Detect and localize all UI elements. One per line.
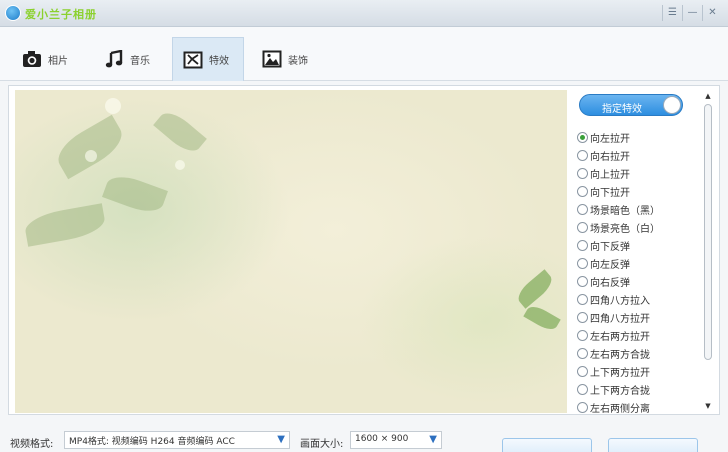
leaf-shape	[513, 269, 557, 309]
effect-option[interactable]: 向下拉开	[577, 182, 697, 200]
effect-option-label: 向上拉开	[590, 169, 630, 181]
leaf-shape	[51, 114, 129, 180]
effect-option[interactable]: 场景暗色（黑）	[577, 200, 697, 218]
size-select[interactable]: 1600 × 900 ▼	[350, 431, 442, 449]
radio-button[interactable]	[577, 347, 588, 359]
radio-button[interactable]	[577, 131, 588, 143]
radio-button[interactable]	[577, 311, 588, 323]
radio-button[interactable]	[577, 275, 588, 287]
tab-label: 相片	[48, 55, 68, 67]
tab-photos[interactable]: 相片	[12, 37, 84, 81]
music-note-icon	[105, 50, 123, 68]
radio-button[interactable]	[577, 329, 588, 341]
window-controls: ☰ — ✕	[662, 5, 722, 21]
effect-option-label: 左右两方合拢	[590, 349, 650, 361]
format-label: 视频格式:	[10, 439, 54, 450]
effect-option[interactable]: 上下两方合拢	[577, 380, 697, 398]
radio-button[interactable]	[577, 365, 588, 377]
effect-option[interactable]: 向下反弹	[577, 236, 697, 254]
effect-option-label: 向下拉开	[590, 187, 630, 199]
leaf-shape	[23, 203, 107, 247]
scroll-thumb[interactable]	[704, 104, 712, 360]
tab-label: 装饰	[288, 55, 308, 67]
options-scrollbar[interactable]: ▲ ▼	[703, 92, 713, 412]
leaf-shape	[523, 302, 561, 334]
effect-option[interactable]: 场景亮色（白）	[577, 218, 697, 236]
radio-button[interactable]	[577, 293, 588, 305]
tab-label: 特效	[209, 56, 229, 67]
toggle-label: 指定特效	[602, 104, 642, 115]
effect-option-label: 场景亮色（白）	[590, 223, 660, 235]
effect-option-label: 向下反弹	[590, 241, 630, 253]
effect-option-label: 上下两方拉开	[590, 367, 650, 379]
effects-icon	[183, 51, 203, 68]
effects-panel: 指定特效 向左拉开 向右拉开 向上拉开 向下拉开 场景暗色（黑） 场景亮色（白） 向下反弹向…	[8, 85, 720, 415]
leaf-shape	[153, 106, 207, 158]
effect-option-label: 四角八方拉开	[590, 313, 650, 325]
title-bar: 爱小兰子相册 ☰ — ✕	[0, 0, 728, 27]
camera-icon	[23, 51, 41, 67]
effect-option-label: 左右两方拉开	[590, 331, 650, 343]
effect-option-label: 向左拉开	[590, 133, 630, 145]
format-value: MP4格式: 视频编码 H264 音频编码 ACC	[69, 437, 235, 447]
radio-button[interactable]	[577, 401, 588, 413]
bokeh-spot	[85, 150, 97, 162]
effect-option[interactable]: 四角八方拉开	[577, 308, 697, 326]
radio-button[interactable]	[577, 221, 588, 233]
size-value: 1600 × 900	[355, 434, 409, 444]
effect-option[interactable]: 左右两侧分离	[577, 398, 697, 416]
app-title: 爱小兰子相册	[25, 8, 97, 21]
skin-menu-icon[interactable]: ☰	[662, 5, 682, 21]
radio-button[interactable]	[577, 149, 588, 161]
preview-image	[15, 90, 567, 413]
radio-button[interactable]	[577, 383, 588, 395]
scroll-up-arrow-icon[interactable]: ▲	[703, 92, 713, 102]
dropdown-arrow-icon: ▼	[429, 434, 437, 445]
effect-option-label: 向左反弹	[590, 259, 630, 271]
tab-label: 音乐	[130, 55, 150, 67]
picture-icon	[262, 50, 282, 68]
effect-option-label: 上下两方合拢	[590, 385, 650, 397]
action-button-2[interactable]	[608, 438, 698, 452]
effect-toggle[interactable]: 指定特效	[579, 94, 683, 116]
effect-option[interactable]: 四角八方拉入	[577, 290, 697, 308]
effect-option-label: 向右拉开	[590, 151, 630, 163]
radio-button[interactable]	[577, 167, 588, 179]
radio-button[interactable]	[577, 185, 588, 197]
effect-option-label: 四角八方拉入	[590, 295, 650, 307]
toggle-knob	[663, 96, 681, 114]
tab-decorations[interactable]: 装饰	[252, 37, 324, 81]
radio-button[interactable]	[577, 203, 588, 215]
format-select[interactable]: MP4格式: 视频编码 H264 音频编码 ACC ▼	[64, 431, 290, 449]
scroll-down-arrow-icon[interactable]: ▼	[703, 402, 713, 412]
effect-option-label: 场景暗色（黑）	[590, 205, 660, 217]
effects-sidebar: 指定特效 向左拉开 向右拉开 向上拉开 向下拉开 场景暗色（黑） 场景亮色（白） 向下反弹向…	[571, 90, 717, 416]
effect-option[interactable]: 向右拉开	[577, 146, 697, 164]
tab-effects[interactable]: 特效	[172, 37, 244, 81]
tab-music[interactable]: 音乐	[94, 37, 166, 81]
minimize-button[interactable]: —	[682, 5, 702, 21]
leaf-shape	[102, 170, 168, 218]
radio-button[interactable]	[577, 239, 588, 251]
effect-option[interactable]: 左右两方拉开	[577, 326, 697, 344]
output-settings-bar: 视频格式: MP4格式: 视频编码 H264 音频编码 ACC ▼ 画面大小: …	[0, 418, 728, 452]
app-logo-icon	[5, 5, 21, 21]
effect-option[interactable]: 向左反弹	[577, 254, 697, 272]
close-button[interactable]: ✕	[702, 5, 722, 21]
bokeh-spot	[105, 98, 121, 114]
effect-option[interactable]: 向上拉开	[577, 164, 697, 182]
bokeh-spot	[175, 160, 185, 170]
effect-option[interactable]: 向左拉开	[577, 128, 697, 146]
effect-option-label: 向右反弹	[590, 277, 630, 289]
tab-bar: 相片 音乐 特效 装饰	[0, 27, 728, 81]
effect-options-list: 向左拉开向右拉开向上拉开向下拉开场景暗色（黑） 场景亮色（白） 向下反弹向左反弹向右…	[577, 128, 697, 416]
action-button-1[interactable]	[502, 438, 592, 452]
effect-option-label: 左右两侧分离	[590, 403, 650, 415]
size-label: 画面大小:	[300, 439, 344, 450]
dropdown-arrow-icon: ▼	[277, 434, 285, 445]
radio-button[interactable]	[577, 257, 588, 269]
effect-option[interactable]: 左右两方合拢	[577, 344, 697, 362]
effect-option[interactable]: 向右反弹	[577, 272, 697, 290]
effect-option[interactable]: 上下两方拉开	[577, 362, 697, 380]
